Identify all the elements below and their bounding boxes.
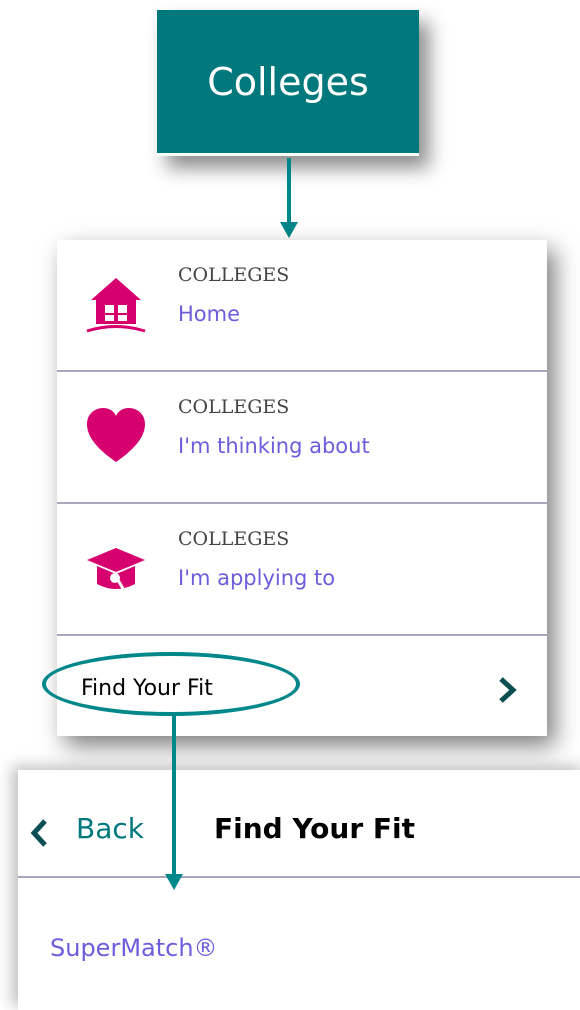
back-button[interactable]: Back [76, 812, 144, 845]
menu-item-kicker: COLLEGES [178, 528, 290, 550]
chevron-right-icon [499, 677, 517, 703]
panel-title: Find Your Fit [214, 812, 415, 845]
panel-divider [18, 876, 580, 878]
menu-item-link[interactable]: I'm applying to [178, 566, 335, 590]
connector-arrow-bottom [172, 716, 176, 876]
menu-item-kicker: COLLEGES [178, 396, 290, 418]
menu-item-link[interactable]: Home [178, 302, 240, 326]
menu-item-kicker: COLLEGES [178, 264, 290, 286]
menu-item-thinking-about[interactable]: COLLEGES I'm thinking about [57, 372, 547, 504]
find-your-fit-panel: Back Find Your Fit SuperMatch® [18, 770, 580, 1010]
connector-arrow-top [287, 158, 291, 224]
connector-arrowhead-bottom [165, 874, 183, 890]
heart-icon [87, 408, 145, 462]
colleges-button-label: Colleges [207, 59, 369, 104]
menu-item-home[interactable]: COLLEGES Home [57, 240, 547, 372]
menu-item-link[interactable]: I'm thinking about [178, 434, 370, 458]
colleges-button[interactable]: Colleges [157, 10, 419, 156]
graduation-cap-icon [87, 548, 145, 593]
highlight-oval [42, 652, 300, 716]
chevron-left-icon [30, 819, 47, 847]
supermatch-link[interactable]: SuperMatch® [50, 934, 218, 962]
menu-item-applying-to[interactable]: COLLEGES I'm applying to [57, 504, 547, 636]
connector-arrowhead-top [280, 222, 298, 238]
house-icon [86, 278, 146, 333]
